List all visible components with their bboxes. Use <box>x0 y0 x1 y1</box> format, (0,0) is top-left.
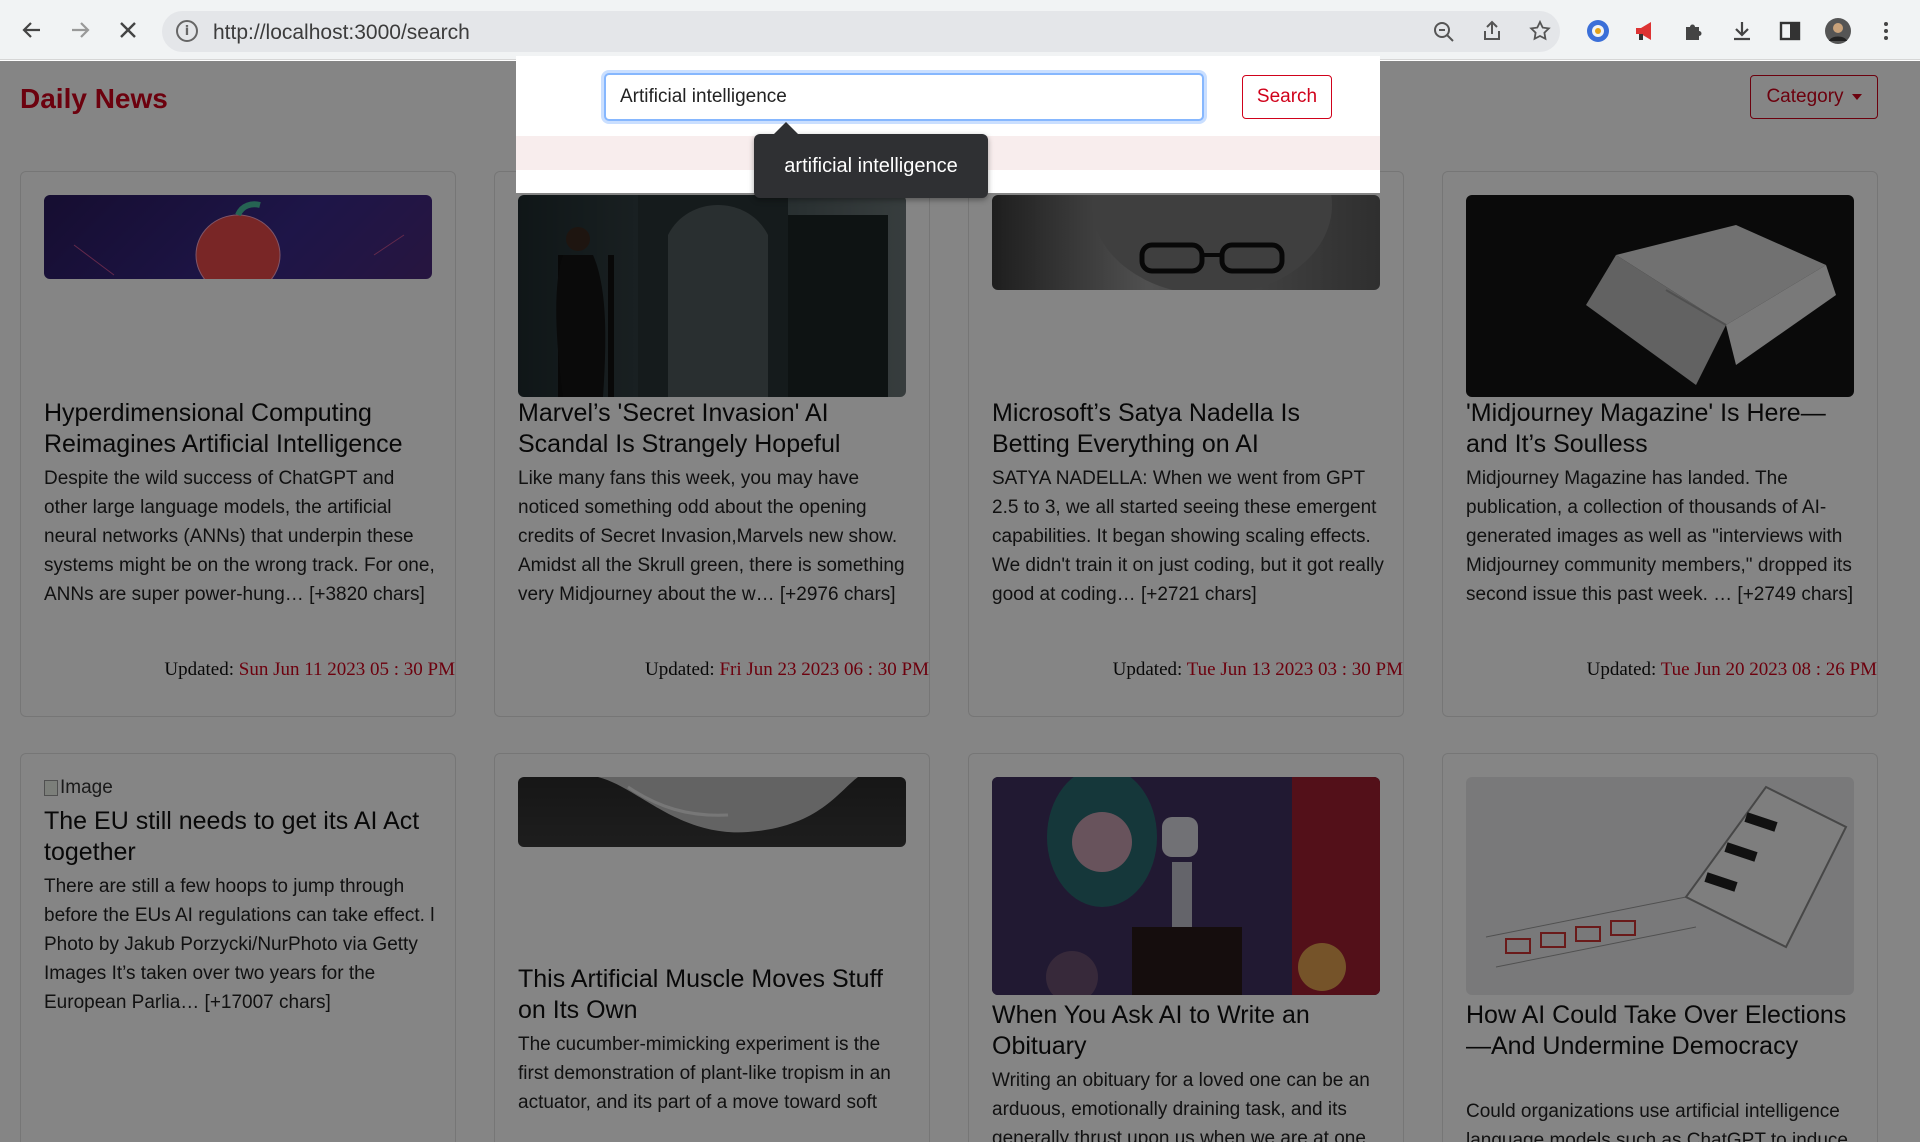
search-input[interactable] <box>604 73 1204 121</box>
zoom-icon[interactable] <box>1432 20 1456 44</box>
bookmark-star-icon[interactable] <box>1528 19 1552 43</box>
profile-avatar-icon[interactable] <box>1824 17 1852 45</box>
arrow-left-icon <box>22 22 40 38</box>
extensions-puzzle-icon[interactable] <box>1680 17 1708 45</box>
share-icon[interactable] <box>1480 19 1504 43</box>
extension-vpn-icon[interactable] <box>1584 17 1612 45</box>
forward-button[interactable] <box>64 14 96 46</box>
arrow-right-icon <box>72 22 90 38</box>
back-button[interactable] <box>16 14 48 46</box>
address-bar[interactable]: i http://localhost:3000/search <box>162 11 1560 52</box>
tooltip-arrow <box>774 122 798 134</box>
search-suggestion-text[interactable]: artificial intelligence <box>784 155 957 178</box>
browser-menu-icon[interactable] <box>1872 17 1900 45</box>
stop-loading-button[interactable] <box>112 14 144 46</box>
modal-backdrop[interactable] <box>0 61 1920 1142</box>
download-icon[interactable] <box>1728 17 1756 45</box>
close-icon <box>120 22 136 38</box>
site-info-icon[interactable]: i <box>176 20 198 42</box>
address-url[interactable]: http://localhost:3000/search <box>213 21 470 45</box>
search-button[interactable]: Search <box>1242 75 1332 119</box>
search-suggestion-tooltip[interactable]: artificial intelligence <box>754 122 988 198</box>
extension-megaphone-icon[interactable] <box>1632 17 1660 45</box>
browser-toolbar: i http://localhost:3000/search <box>0 0 1920 60</box>
side-panel-icon[interactable] <box>1776 17 1804 45</box>
